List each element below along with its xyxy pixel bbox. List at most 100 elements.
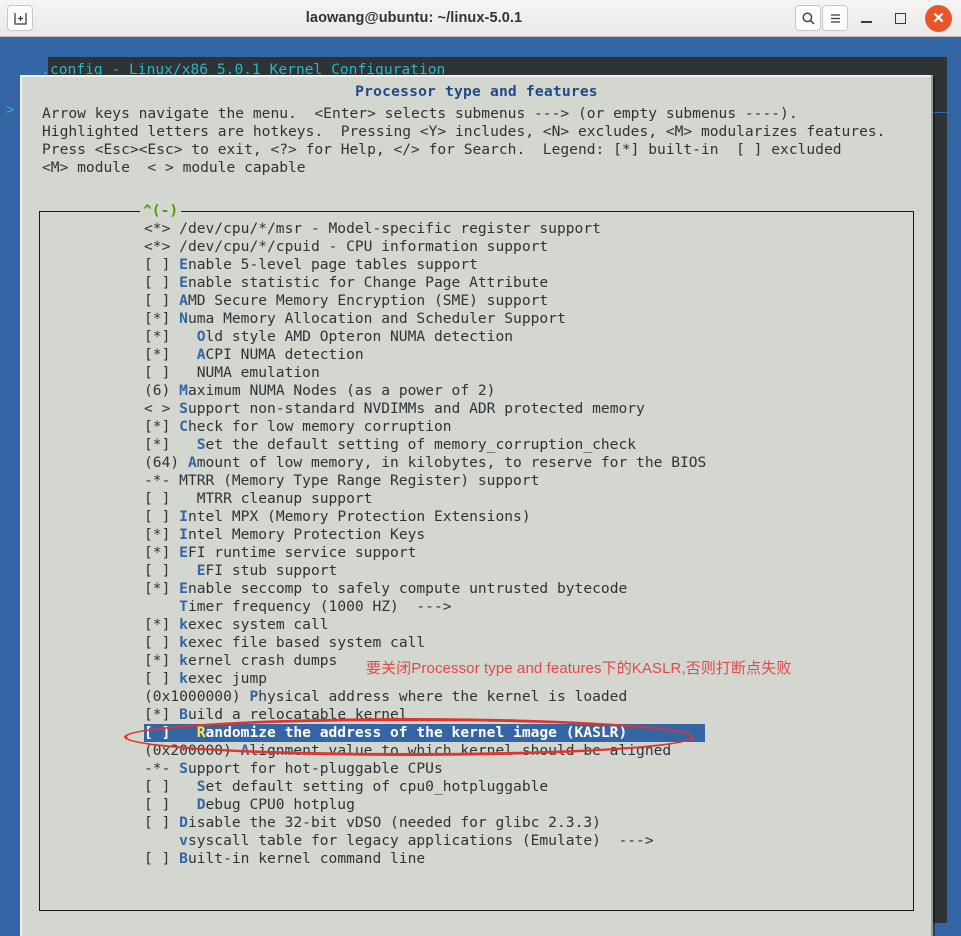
menu-row-prefix: (0x1000000)	[144, 688, 250, 705]
dialog-highlight-top	[20, 75, 933, 77]
maximize-button[interactable]	[883, 3, 917, 33]
menu-row-prefix: [ ]	[144, 670, 180, 687]
close-button[interactable]: ✕	[925, 4, 952, 32]
menu-row[interactable]: [*] Old style AMD Opteron NUMA detection	[40, 328, 913, 346]
menu-row[interactable]: [ ] EFI stub support	[40, 562, 913, 580]
menu-row-prefix: [ ]	[144, 508, 180, 525]
menu-row[interactable]: [ ] Randomize the address of the kernel …	[144, 724, 705, 742]
menu-row-prefix: [*]	[144, 580, 180, 597]
menu-row[interactable]: [ ] Built-in kernel command line	[40, 850, 913, 868]
menu-row-hotkey: k	[179, 670, 188, 687]
menu-row[interactable]: Timer frequency (1000 HZ) --->	[40, 598, 913, 616]
menu-row-prefix: [ ]	[144, 562, 197, 579]
menu-row-prefix: <*>	[144, 220, 180, 237]
minimize-button[interactable]	[849, 3, 883, 33]
menu-row[interactable]: vsyscall table for legacy applications (…	[40, 832, 913, 850]
menu-row[interactable]: (64) Amount of low memory, in kilobytes,…	[40, 454, 913, 472]
menu-row[interactable]: [ ] Debug CPU0 hotplug	[40, 796, 913, 814]
hamburger-menu-icon[interactable]	[822, 5, 848, 31]
menu-row[interactable]: [*] Build a relocatable kernel	[40, 706, 913, 724]
menu-row-hotkey: I	[179, 508, 188, 525]
menu-row-hotkey: k	[179, 652, 188, 669]
menu-row[interactable]: [*] EFI runtime service support	[40, 544, 913, 562]
window-title: laowang@ubuntu: ~/linux-5.0.1	[305, 10, 523, 26]
menu-row[interactable]: (6) Maximum NUMA Nodes (as a power of 2)	[40, 382, 913, 400]
menu-row-hotkey: N	[179, 310, 188, 327]
menu-row[interactable]: (0x200000) Alignment value to which kern…	[40, 742, 913, 760]
menu-row-label: upport for hot-pluggable CPUs	[187, 760, 443, 777]
menu-row-hotkey: M	[179, 382, 188, 399]
menu-row-hotkey: B	[179, 706, 188, 723]
menu-row-prefix	[144, 598, 179, 615]
menu-row-hotkey: C	[179, 418, 188, 435]
menu-row[interactable]: [*] Intel Memory Protection Keys	[40, 526, 913, 544]
menu-row-label: aximum NUMA Nodes (as a power of 2)	[187, 382, 496, 399]
menu-row-hotkey: E	[179, 580, 188, 597]
menu-row[interactable]: [*] ACPI NUMA detection	[40, 346, 913, 364]
menu-row-hotkey: v	[179, 832, 188, 849]
window-titlebar: laowang@ubuntu: ~/linux-5.0.1 ✕	[0, 0, 961, 37]
menu-row-prefix	[144, 832, 179, 849]
scroll-up-indicator[interactable]: ^(-)	[140, 203, 182, 218]
menu-row[interactable]: [ ] kexec file based system call	[40, 634, 913, 652]
menu-row-label: FI stub support	[205, 562, 338, 579]
menu-row-label: isable the 32-bit vDSO (needed for glibc…	[187, 814, 601, 831]
menu-row-label: andomize the address of the kernel image…	[205, 724, 628, 741]
menu-row[interactable]: [ ] Enable 5-level page tables support	[40, 256, 913, 274]
menu-row-prefix: [*]	[144, 616, 180, 633]
menu-row[interactable]: < > Support non-standard NVDIMMs and ADR…	[40, 400, 913, 418]
terminal-area: .config - Linux/x86 5.0.1 Kernel Configu…	[0, 37, 961, 936]
menu-row[interactable]: [ ] AMD Secure Memory Encryption (SME) s…	[40, 292, 913, 310]
menu-row-prefix: [*]	[144, 526, 180, 543]
menu-row[interactable]: -*- Support for hot-pluggable CPUs	[40, 760, 913, 778]
menu-row-prefix: -*-	[144, 472, 180, 489]
menu-row[interactable]: [ ] Enable statistic for Change Page Att…	[40, 274, 913, 292]
menu-row-hotkey: E	[179, 274, 188, 291]
menu-list[interactable]: <*> /dev/cpu/*/msr - Model-specific regi…	[40, 220, 913, 868]
menu-row-hotkey: S	[196, 778, 206, 795]
menu-row-prefix: -*-	[144, 760, 180, 777]
menu-row-label: ernel crash dumps	[187, 652, 338, 669]
new-tab-icon[interactable]	[7, 5, 33, 31]
menu-row-prefix: [ ]	[144, 724, 197, 741]
menu-row-hotkey: A	[196, 346, 206, 363]
menu-row-prefix: <*>	[144, 238, 180, 255]
menu-row-hotkey: O	[196, 328, 206, 345]
menu-row[interactable]: <*> /dev/cpu/*/cpuid - CPU information s…	[40, 238, 913, 256]
menu-row-prefix: [ ]	[144, 814, 180, 831]
menu-row[interactable]: [ ] Disable the 32-bit vDSO (needed for …	[40, 814, 913, 832]
menu-row-label: exec system call	[187, 616, 329, 633]
menu-row-prefix: [*]	[144, 436, 197, 453]
search-icon[interactable]	[795, 5, 821, 31]
menu-row-label: heck for low memory corruption	[187, 418, 452, 435]
menu-row[interactable]: [ ] NUMA emulation	[40, 364, 913, 382]
dialog-title: Processor type and features	[355, 83, 598, 100]
menu-row[interactable]: [*] Set the default setting of memory_co…	[40, 436, 913, 454]
menu-row[interactable]: [ ] Set default setting of cpu0_hotplugg…	[40, 778, 913, 796]
menu-row[interactable]: [*] Numa Memory Allocation and Scheduler…	[40, 310, 913, 328]
menu-row-prefix: [ ]	[144, 274, 180, 291]
menu-row[interactable]: [ ] MTRR cleanup support	[40, 490, 913, 508]
menu-row-hotkey: E	[179, 544, 188, 561]
menu-row-label: uild a relocatable kernel	[187, 706, 408, 723]
menu-row-label: FI runtime service support	[187, 544, 417, 561]
menu-row[interactable]: [*] kexec system call	[40, 616, 913, 634]
menu-row-label: syscall table for legacy applications (E…	[187, 832, 654, 849]
menu-row-label: exec jump	[187, 670, 268, 687]
menu-row-hotkey: D	[196, 796, 206, 813]
menu-row[interactable]: [ ] Intel MPX (Memory Protection Extensi…	[40, 508, 913, 526]
menu-row[interactable]: [*] Check for low memory corruption	[40, 418, 913, 436]
menu-row[interactable]: (0x1000000) Physical address where the k…	[40, 688, 913, 706]
menu-row-hotkey: k	[179, 634, 188, 651]
menu-row-label: MTRR cleanup support	[196, 490, 373, 507]
menu-row-hotkey: I	[179, 526, 188, 543]
menu-row-label: mount of low memory, in kilobytes, to re…	[196, 454, 707, 471]
menu-row-label: uilt-in kernel command line	[187, 850, 426, 867]
menu-row-label: CPI NUMA detection	[205, 346, 364, 363]
menu-row-label: /dev/cpu/*/cpuid - CPU information suppo…	[179, 238, 549, 255]
menu-row[interactable]: <*> /dev/cpu/*/msr - Model-specific regi…	[40, 220, 913, 238]
menu-row[interactable]: -*- MTRR (Memory Type Range Register) su…	[40, 472, 913, 490]
menu-row-hotkey: A	[179, 292, 188, 309]
menu-row[interactable]: [*] Enable seccomp to safely compute unt…	[40, 580, 913, 598]
menu-row-prefix: [*]	[144, 652, 180, 669]
